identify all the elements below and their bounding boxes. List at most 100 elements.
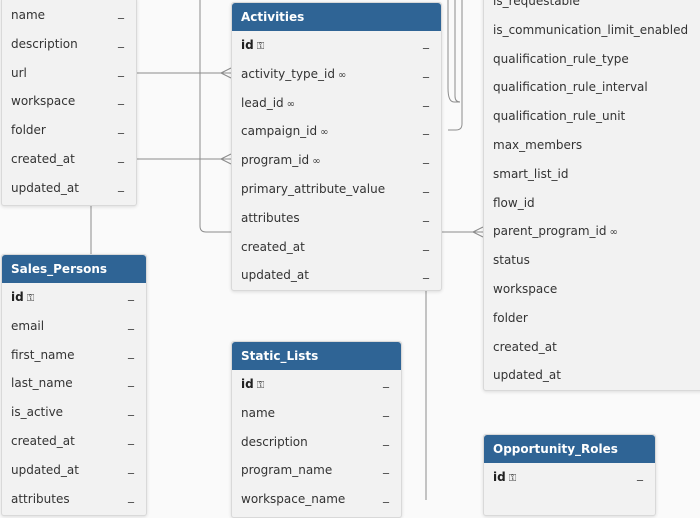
field-row[interactable]: folder _: [2, 116, 136, 145]
field-name: qualification_rule_unit: [493, 109, 626, 124]
field-row[interactable]: created_at: [484, 333, 700, 362]
field-name: url: [11, 65, 27, 80]
field-menu-handle[interactable]: _: [128, 309, 134, 338]
field-row[interactable]: status: [484, 246, 700, 275]
field-row[interactable]: email _: [2, 312, 146, 341]
field-row[interactable]: attributes _: [232, 204, 441, 233]
field-row[interactable]: url _: [2, 59, 136, 88]
field-menu-handle[interactable]: _: [118, 56, 124, 85]
field-row[interactable]: updated_at _: [232, 261, 441, 290]
diagram-canvas[interactable]: name _ description _ url _ workspace _ folder _ cr…: [0, 0, 700, 518]
field-menu-handle[interactable]: _: [128, 424, 134, 453]
field-name: id: [11, 290, 24, 304]
field-row[interactable]: name _: [2, 1, 136, 30]
field-row[interactable]: name _: [232, 399, 401, 428]
field-row[interactable]: lead_id ∞ _: [232, 89, 441, 118]
field-row[interactable]: id ⚿ _: [2, 283, 146, 312]
field-row[interactable]: last_name _: [2, 369, 146, 398]
field-row[interactable]: created_at _: [232, 233, 441, 262]
link-icon: ∞: [338, 69, 347, 81]
field-name: created_at: [241, 239, 305, 254]
field-row[interactable]: program_name _: [232, 456, 401, 485]
field-row[interactable]: is_active _: [2, 398, 146, 427]
field-name: name: [241, 405, 276, 420]
field-row[interactable]: activity_type_id ∞ _: [232, 60, 441, 89]
field-row[interactable]: id ⚿ _: [232, 370, 401, 399]
field-menu-handle[interactable]: _: [423, 57, 429, 86]
field-menu-handle[interactable]: _: [128, 280, 134, 309]
field-row[interactable]: qualification_rule_type: [484, 45, 700, 74]
table-header[interactable]: Opportunity_Roles: [484, 435, 655, 463]
field-menu-handle[interactable]: _: [383, 425, 389, 454]
field-row[interactable]: primary_attribute_value _: [232, 175, 441, 204]
field-row[interactable]: is_communication_limit_enabled: [484, 16, 700, 45]
field-name: created_at: [11, 151, 75, 166]
field-row[interactable]: attributes _: [2, 485, 146, 514]
field-row[interactable]: id ⚿ _: [484, 463, 655, 492]
field-menu-handle[interactable]: _: [383, 367, 389, 396]
field-menu-handle[interactable]: _: [118, 171, 124, 200]
field-menu-handle[interactable]: _: [423, 201, 429, 230]
field-row[interactable]: first_name _: [2, 341, 146, 370]
field-menu-handle[interactable]: _: [118, 27, 124, 56]
field-menu-handle[interactable]: _: [128, 395, 134, 424]
field-row[interactable]: qualification_rule_unit: [484, 102, 700, 131]
relation-line: [454, 0, 461, 103]
table-static-lists[interactable]: Static_Lists id ⚿ _ name _ description _ progra…: [231, 341, 402, 518]
field-menu-handle[interactable]: _: [128, 338, 134, 367]
table-programs-partial[interactable]: is_requestable is_communication_limit_ena…: [483, 0, 700, 391]
field-menu-handle[interactable]: _: [423, 86, 429, 115]
field-menu-handle[interactable]: _: [423, 143, 429, 172]
field-menu-handle[interactable]: _: [637, 460, 643, 489]
field-menu-handle[interactable]: _: [128, 366, 134, 395]
field-row[interactable]: qualification_rule_interval: [484, 73, 700, 102]
field-row[interactable]: updated_at: [484, 361, 700, 390]
field-menu-handle[interactable]: _: [423, 28, 429, 57]
field-row[interactable]: updated_at _: [2, 456, 146, 485]
table-header[interactable]: Activities: [232, 3, 441, 31]
field-row[interactable]: max_members: [484, 131, 700, 160]
field-menu-handle[interactable]: _: [128, 453, 134, 482]
field-menu-handle[interactable]: _: [118, 84, 124, 113]
field-row[interactable]: description _: [2, 30, 136, 59]
field-menu-handle[interactable]: _: [423, 114, 429, 143]
field-menu-handle[interactable]: _: [118, 113, 124, 142]
field-name: is_active: [11, 405, 64, 420]
table-activities[interactable]: Activities id ⚿ _ activity_type_id ∞ _ lead_id…: [231, 2, 442, 291]
field-name: primary_attribute_value: [241, 181, 386, 196]
field-row[interactable]: id ⚿ _: [232, 31, 441, 60]
field-row[interactable]: smart_list_id: [484, 160, 700, 189]
field-row[interactable]: program_id ∞ _: [232, 146, 441, 175]
field-menu-handle[interactable]: _: [118, 0, 124, 27]
field-menu-handle[interactable]: _: [383, 396, 389, 425]
field-menu-handle[interactable]: _: [118, 142, 124, 171]
field-menu-handle[interactable]: _: [423, 258, 429, 287]
table-opportunity-roles[interactable]: Opportunity_Roles id ⚿ _: [483, 434, 656, 516]
link-icon: ∞: [312, 156, 321, 168]
field-row[interactable]: workspace _: [2, 87, 136, 116]
field-row[interactable]: created_at _: [2, 427, 146, 456]
field-menu-handle[interactable]: _: [383, 482, 389, 511]
field-row[interactable]: created_at _: [2, 145, 136, 174]
field-menu-handle[interactable]: _: [383, 453, 389, 482]
field-row[interactable]: campaign_id ∞ _: [232, 117, 441, 146]
field-row[interactable]: parent_program_id ∞: [484, 217, 700, 246]
table-header[interactable]: Sales_Persons: [2, 255, 146, 283]
table-sales-persons[interactable]: Sales_Persons id ⚿ _ email _ first_name _ last_…: [1, 254, 147, 516]
field-name: attributes: [11, 491, 70, 506]
field-name: attributes: [241, 210, 300, 225]
field-row[interactable]: workspace: [484, 275, 700, 304]
field-menu-handle[interactable]: _: [128, 482, 134, 511]
field-row[interactable]: description _: [232, 428, 401, 457]
key-icon: ⚿: [256, 380, 265, 391]
field-name: is_requestable: [493, 0, 580, 8]
table-header[interactable]: Static_Lists: [232, 342, 401, 370]
field-menu-handle[interactable]: _: [423, 172, 429, 201]
field-row[interactable]: is_requestable: [484, 0, 700, 16]
link-icon: ∞: [286, 98, 295, 110]
field-row[interactable]: flow_id: [484, 189, 700, 218]
field-menu-handle[interactable]: _: [423, 230, 429, 259]
field-row[interactable]: folder: [484, 304, 700, 333]
field-row[interactable]: updated_at _: [2, 174, 136, 203]
table-unnamed-top-left[interactable]: name _ description _ url _ workspace _ folder _ cr…: [1, 0, 137, 206]
